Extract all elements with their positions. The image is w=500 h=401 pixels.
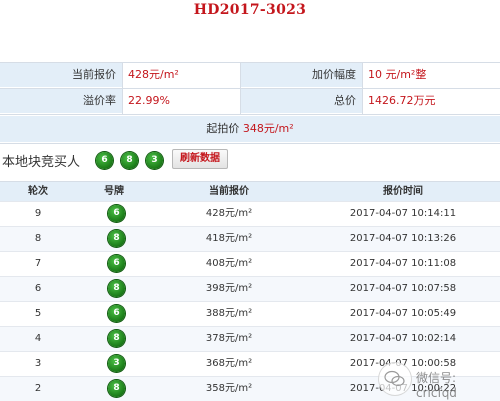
cell-round: 5 xyxy=(34,308,42,319)
current-price-label: 当前报价 xyxy=(0,63,122,87)
cell-price: 408元/m² xyxy=(205,258,253,269)
bidders-label: 本地块竞买人 xyxy=(2,155,81,170)
wechat-icon xyxy=(378,362,412,396)
cell-price: 398元/m² xyxy=(205,283,253,294)
cell-round: 8 xyxy=(34,233,42,244)
cell-round: 2 xyxy=(34,383,42,394)
cell-time: 2017-04-07 10:02:14 xyxy=(349,333,457,344)
watermark: 微信号: cricfqd xyxy=(378,356,500,400)
start-price-row: 起拍价 348元/m² xyxy=(0,116,500,142)
plate-badge: 6 xyxy=(108,305,125,322)
table-row: 7 6 408元/m² 2017-04-07 10:11:08 xyxy=(0,251,500,276)
cell-round: 3 xyxy=(34,358,42,369)
table-row: 6 8 398元/m² 2017-04-07 10:07:58 xyxy=(0,276,500,301)
cell-round: 9 xyxy=(34,208,42,219)
header-round: 轮次 xyxy=(28,186,48,197)
col-divider xyxy=(240,63,241,115)
cell-price: 418元/m² xyxy=(205,233,253,244)
cell-price: 368元/m² xyxy=(205,358,253,369)
increment-value: 10 元/m²整 xyxy=(362,63,500,87)
watermark-text: 微信号: cricfqd xyxy=(416,371,457,400)
cell-time: 2017-04-07 10:14:11 xyxy=(349,208,457,219)
header-time: 报价时间 xyxy=(383,186,423,197)
table-row: 8 8 418元/m² 2017-04-07 10:13:26 xyxy=(0,226,500,251)
cell-round: 7 xyxy=(34,258,42,269)
header-plate: 号牌 xyxy=(104,186,124,197)
table-row: 5 6 388元/m² 2017-04-07 10:05:49 xyxy=(0,301,500,326)
plate-badge: 8 xyxy=(108,380,125,397)
cell-time: 2017-04-07 10:07:58 xyxy=(349,283,457,294)
plate-badge: 8 xyxy=(108,330,125,347)
row-divider xyxy=(0,114,500,115)
cell-time: 2017-04-07 10:05:49 xyxy=(349,308,457,319)
bidder-plate-badge[interactable]: 6 xyxy=(96,152,113,169)
header-price: 当前报价 xyxy=(209,186,249,197)
plate-badge: 6 xyxy=(108,255,125,272)
table-row: 4 8 378元/m² 2017-04-07 10:02:14 xyxy=(0,326,500,351)
cell-price: 428元/m² xyxy=(205,208,253,219)
total-price-value: 1426.72万元 xyxy=(362,89,500,113)
plate-badge: 3 xyxy=(108,355,125,372)
start-price-value: 348元/m² xyxy=(242,122,294,135)
start-price-label: 起拍价 xyxy=(206,122,240,135)
bidder-plate-badge[interactable]: 3 xyxy=(146,152,163,169)
cell-time: 2017-04-07 10:13:26 xyxy=(349,233,457,244)
plate-badge: 8 xyxy=(108,280,125,297)
cell-round: 6 xyxy=(34,283,42,294)
plate-badge: 8 xyxy=(108,230,125,247)
bidder-plate-badge[interactable]: 8 xyxy=(121,152,138,169)
bidders-section: 本地块竞买人 6 8 3 刷新数据 xyxy=(0,147,500,175)
table-header: 轮次 号牌 当前报价 报价时间 xyxy=(0,182,500,201)
col-divider xyxy=(122,63,123,115)
cell-round: 4 xyxy=(34,333,42,344)
row-divider xyxy=(0,88,500,89)
refresh-data-button[interactable]: 刷新数据 xyxy=(172,149,228,169)
premium-value: 22.99% xyxy=(122,89,240,113)
col-divider xyxy=(362,63,363,115)
premium-label: 溢价率 xyxy=(0,89,122,113)
cell-time: 2017-04-07 10:11:08 xyxy=(349,258,457,269)
current-price-value: 428元/m² xyxy=(122,63,240,87)
total-price-label: 总价 xyxy=(240,89,362,113)
title-bar: HD2017-3023 xyxy=(0,0,500,60)
cell-price: 378元/m² xyxy=(205,333,253,344)
plate-badge: 6 xyxy=(108,205,125,222)
table-row: 9 6 428元/m² 2017-04-07 10:14:11 xyxy=(0,201,500,226)
page-title: HD2017-3023 xyxy=(193,2,307,18)
cell-price: 358元/m² xyxy=(205,383,253,394)
increment-label: 加价幅度 xyxy=(240,63,362,87)
cell-price: 388元/m² xyxy=(205,308,253,319)
